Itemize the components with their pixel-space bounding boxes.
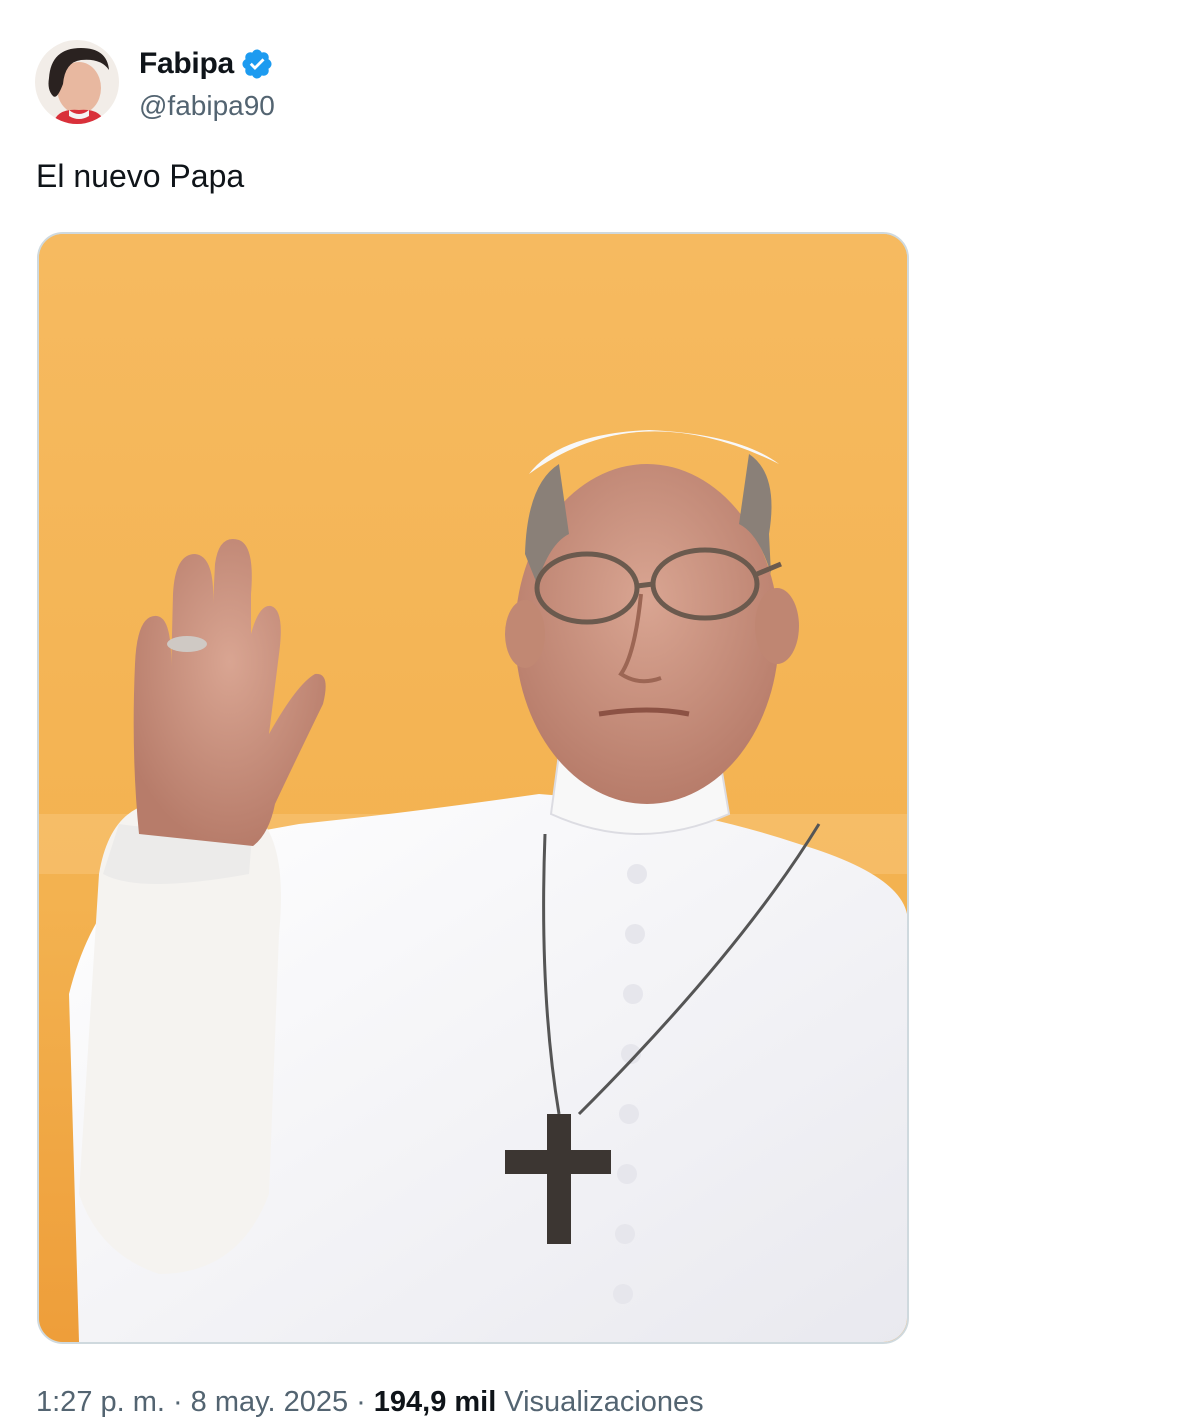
meta-separator: · — [356, 1386, 366, 1418]
avatar[interactable] — [35, 40, 119, 124]
tweet-meta: 1:27 p. m. · 8 may. 2025 · 194,9 mil Vis… — [36, 1386, 704, 1419]
name-row: Fabipa — [139, 42, 275, 86]
tweet-date[interactable]: 8 may. 2025 — [191, 1386, 348, 1419]
tweet-text: El nuevo Papa — [36, 158, 245, 194]
author-names: Fabipa @fabipa90 — [139, 42, 275, 122]
verified-badge-icon[interactable] — [240, 47, 274, 81]
photo-icon — [39, 234, 907, 1342]
views-count: 194,9 mil — [373, 1386, 497, 1418]
meta-separator: · — [172, 1386, 183, 1418]
tweet-card: Fabipa @fabipa90 El nuevo Papa 1:27 p. m… — [0, 0, 1200, 1422]
avatar-image — [35, 40, 119, 124]
tweet-header: Fabipa @fabipa90 — [35, 36, 275, 128]
author-handle[interactable]: @fabipa90 — [139, 90, 275, 122]
author-display-name[interactable]: Fabipa — [139, 47, 234, 81]
views-label: Visualizaciones — [504, 1386, 704, 1418]
tweet-time[interactable]: 1:27 p. m. — [36, 1386, 165, 1419]
tweet-photo[interactable] — [37, 232, 909, 1344]
